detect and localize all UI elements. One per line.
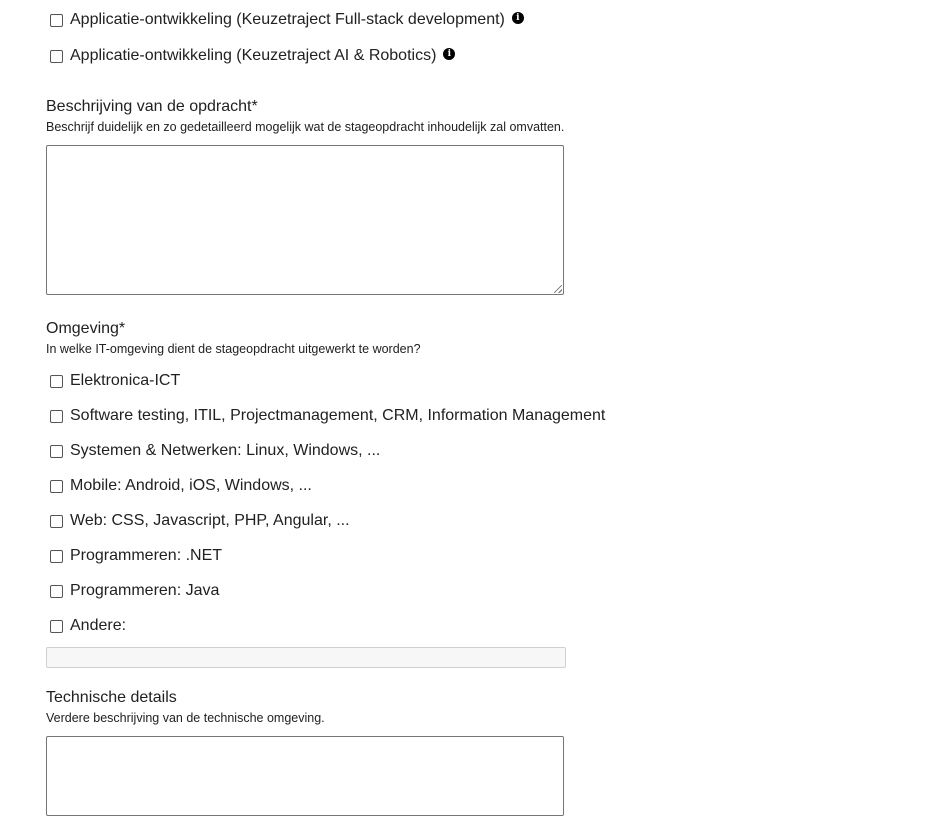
environment-option-label: Mobile: Android, iOS, Windows, ... xyxy=(70,477,312,494)
traject-option-fullstack[interactable]: Applicatie-ontwikkeling (Keuzetraject Fu… xyxy=(50,9,524,31)
checkbox-ai-robotics[interactable] xyxy=(50,49,63,63)
description-textarea[interactable] xyxy=(46,145,564,295)
checkbox[interactable] xyxy=(50,584,63,598)
checkbox[interactable] xyxy=(50,444,63,458)
environment-other-input[interactable] xyxy=(46,647,566,668)
description-help: Beschrijf duidelijk en zo gedetailleerd … xyxy=(46,120,565,134)
description-title: Beschrijving van de opdracht* xyxy=(46,98,258,115)
checkbox[interactable] xyxy=(50,409,63,423)
environment-option-java[interactable]: Programmeren: Java xyxy=(50,580,219,602)
checkbox[interactable] xyxy=(50,549,63,563)
environment-option-label: Web: CSS, Javascript, PHP, Angular, ... xyxy=(70,512,350,529)
environment-option-label: Software testing, ITIL, Projectmanagemen… xyxy=(70,407,606,424)
technical-title: Technische details xyxy=(46,689,177,706)
environment-option-label: Elektronica-ICT xyxy=(70,372,181,389)
info-icon[interactable]: i xyxy=(511,12,524,24)
resize-grip-icon[interactable] xyxy=(554,285,562,293)
traject-option-label: Applicatie-ontwikkeling (Keuzetraject Fu… xyxy=(70,11,505,28)
environment-option-label: Systemen & Netwerken: Linux, Windows, ..… xyxy=(70,442,381,459)
environment-option-elektronica[interactable]: Elektronica-ICT xyxy=(50,370,180,392)
environment-option-mobile[interactable]: Mobile: Android, iOS, Windows, ... xyxy=(50,475,312,497)
checkbox[interactable] xyxy=(50,619,63,633)
checkbox[interactable] xyxy=(50,374,63,388)
checkbox[interactable] xyxy=(50,514,63,528)
technical-textarea[interactable] xyxy=(46,736,564,816)
environment-help: In welke IT-omgeving dient de stageopdra… xyxy=(46,342,421,356)
traject-option-label: Applicatie-ontwikkeling (Keuzetraject AI… xyxy=(70,47,437,64)
info-icon[interactable]: i xyxy=(443,48,456,60)
checkbox[interactable] xyxy=(50,479,63,493)
checkbox-fullstack[interactable] xyxy=(50,13,63,27)
environment-option-web[interactable]: Web: CSS, Javascript, PHP, Angular, ... xyxy=(50,510,350,532)
technical-help: Verdere beschrijving van de technische o… xyxy=(46,711,325,725)
traject-option-ai-robotics[interactable]: Applicatie-ontwikkeling (Keuzetraject AI… xyxy=(50,45,456,67)
environment-option-systemen[interactable]: Systemen & Netwerken: Linux, Windows, ..… xyxy=(50,440,380,462)
environment-title: Omgeving* xyxy=(46,320,126,337)
environment-option-software-testing[interactable]: Software testing, ITIL, Projectmanagemen… xyxy=(50,405,605,427)
environment-option-label: Programmeren: .NET xyxy=(70,547,223,564)
environment-option-label: Programmeren: Java xyxy=(70,582,220,599)
environment-option-label: Andere: xyxy=(70,617,127,634)
environment-option-dotnet[interactable]: Programmeren: .NET xyxy=(50,545,222,567)
environment-option-andere[interactable]: Andere: xyxy=(50,615,126,637)
